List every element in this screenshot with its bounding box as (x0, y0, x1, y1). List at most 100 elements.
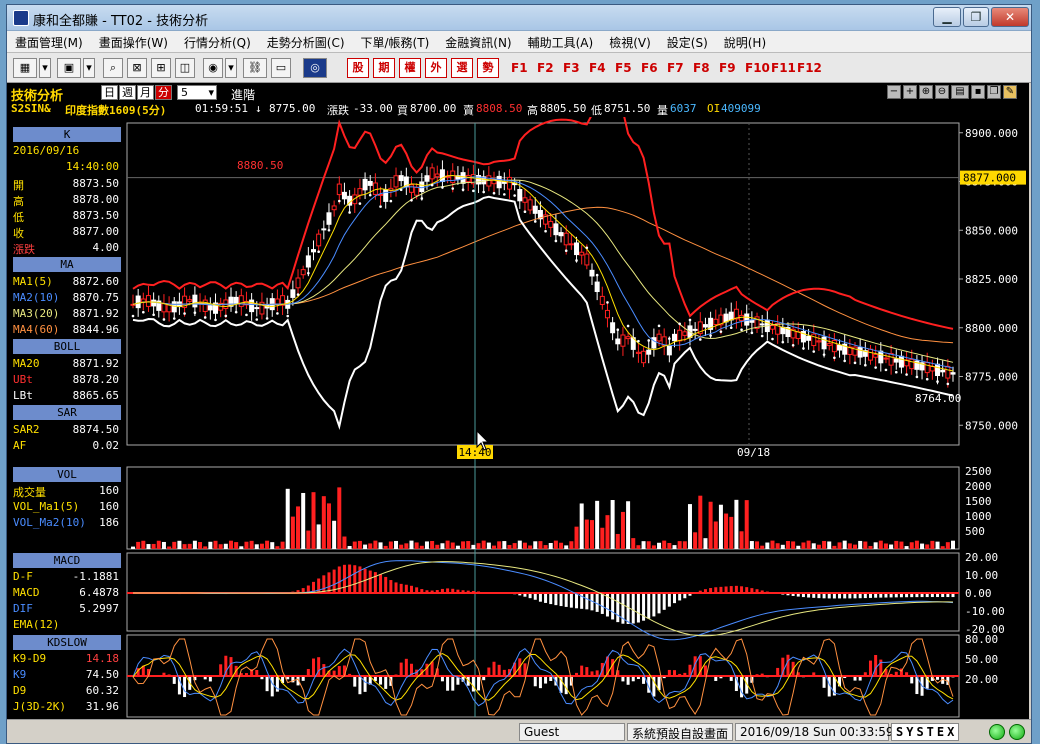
volume-bar (564, 545, 569, 549)
menu-item[interactable]: 設定(S) (659, 31, 716, 51)
menu-item[interactable]: 走勢分析圖(C) (259, 31, 353, 51)
search-icon[interactable]: ⌕ (103, 58, 123, 78)
function-key-button[interactable]: F12 (797, 61, 822, 75)
function-key-button[interactable]: F11 (771, 61, 796, 75)
volume-bar (620, 511, 625, 549)
quote-icon[interactable]: ◫ (175, 58, 195, 78)
menu-item[interactable]: 檢視(V) (601, 31, 659, 51)
chevron-down-icon[interactable]: ▾ (39, 58, 51, 78)
candle (161, 303, 167, 313)
quick-button[interactable]: 選 (451, 58, 473, 78)
function-key-button[interactable]: F8 (693, 61, 710, 75)
quick-button[interactable]: 勢 (477, 58, 499, 78)
interval-select[interactable]: 5 ▾ (177, 85, 217, 100)
maximize-button[interactable]: ❐ (963, 7, 989, 27)
period-tab[interactable]: 日 (101, 85, 118, 100)
zoom-out-icon[interactable]: ⊖ (935, 85, 949, 99)
zoom-in-icon[interactable]: ⊕ (919, 85, 933, 99)
sar-dot (595, 273, 599, 277)
function-key-button[interactable]: F7 (667, 61, 684, 75)
macd-histogram-bar (399, 583, 403, 593)
candle (341, 191, 347, 200)
plus-icon[interactable]: + (903, 85, 917, 99)
candle (465, 175, 471, 183)
minimize-button[interactable]: ▁ (933, 7, 961, 27)
quick-button[interactable]: 外 (425, 58, 447, 78)
chevron-down-icon[interactable]: ▾ (83, 58, 95, 78)
sar-dot (637, 339, 640, 343)
volume-bar (223, 543, 228, 549)
function-key-button[interactable]: F1 (511, 61, 528, 75)
close-window-icon[interactable]: ⊠ (127, 58, 147, 78)
candle (579, 251, 585, 256)
function-key-button[interactable]: F2 (537, 61, 554, 75)
sar-dot (183, 312, 186, 315)
menu-item[interactable]: 輔助工具(A) (520, 31, 602, 51)
window-icon[interactable]: ▭ (271, 58, 291, 78)
macd-histogram-bar (673, 593, 677, 604)
link-icon[interactable]: ⛓ (243, 58, 267, 78)
menu-item[interactable]: 畫面管理(M) (7, 31, 91, 51)
candle (950, 372, 956, 375)
kd-histogram-bar (564, 676, 568, 695)
candle (383, 189, 389, 202)
function-key-button[interactable]: F5 (615, 61, 632, 75)
candle (419, 181, 425, 193)
candle (439, 169, 445, 182)
menu-item[interactable]: 下單/帳務(T) (353, 31, 438, 51)
monitor-icon[interactable]: ▣ (57, 58, 81, 78)
sar-dot (822, 353, 826, 356)
candle (192, 294, 198, 308)
sar-dot (472, 189, 475, 193)
kd-tick-label: 20.00 (965, 673, 998, 686)
menu-item[interactable]: 說明(H) (716, 31, 774, 51)
quick-button[interactable]: 股 (347, 58, 369, 78)
function-key-button[interactable]: F10 (745, 61, 770, 75)
save-icon[interactable]: ▪ (971, 85, 985, 99)
close-button[interactable]: ✕ (991, 7, 1029, 27)
chevron-down-icon[interactable]: ▾ (225, 58, 237, 78)
copy-icon[interactable]: ❐ (987, 85, 1001, 99)
quote-low: 8751.50 (604, 102, 651, 115)
quick-button[interactable]: 權 (399, 58, 421, 78)
function-key-button[interactable]: F6 (641, 61, 658, 75)
volume-bar (167, 546, 172, 549)
function-key-button[interactable]: F4 (589, 61, 606, 75)
volume-bar (930, 540, 935, 549)
layout-icon[interactable]: ▦ (13, 58, 37, 78)
boll-upper-line (132, 117, 954, 330)
minus-icon[interactable]: − (887, 85, 901, 99)
sar-dot (399, 188, 403, 192)
menu-item[interactable]: 金融資訊(N) (437, 31, 519, 51)
kd-histogram-bar (611, 659, 615, 676)
menu-item[interactable]: 行情分析(Q) (176, 31, 259, 51)
quote-change-label: 漲跌 (327, 104, 349, 117)
grid-icon[interactable]: ⊞ (151, 58, 171, 78)
quick-button[interactable]: 期 (373, 58, 395, 78)
volume-bar (837, 542, 842, 549)
sar-dot (812, 350, 816, 353)
volume-bar (822, 540, 827, 549)
volume-bar (290, 516, 295, 549)
macd-histogram-bar (379, 574, 383, 593)
volume-bar (198, 542, 203, 549)
period-tab[interactable]: 月 (137, 85, 154, 100)
globe-icon[interactable]: ◉ (203, 58, 223, 78)
chat-icon[interactable]: ▤ (951, 85, 969, 99)
menu-item[interactable]: 畫面操作(W) (91, 31, 176, 51)
tools-icon[interactable]: ✎ (1003, 85, 1017, 99)
kd-tick-label: 80.00 (965, 633, 998, 646)
logo-icon[interactable]: ◎ (303, 58, 327, 78)
volume-bar (718, 504, 723, 549)
volume-bar (657, 542, 662, 549)
candle (429, 167, 435, 180)
sar-dot (286, 314, 290, 318)
candle (367, 180, 373, 186)
chart-area[interactable]: 8900.0008875.0008850.0008825.0008800.000… (7, 117, 1029, 719)
function-key-button[interactable]: F3 (563, 61, 580, 75)
volume-bar (249, 540, 254, 549)
period-tab[interactable]: 分 (155, 85, 172, 100)
function-key-button[interactable]: F9 (719, 61, 736, 75)
kd-histogram-bar (363, 676, 367, 692)
period-tab[interactable]: 週 (119, 85, 136, 100)
